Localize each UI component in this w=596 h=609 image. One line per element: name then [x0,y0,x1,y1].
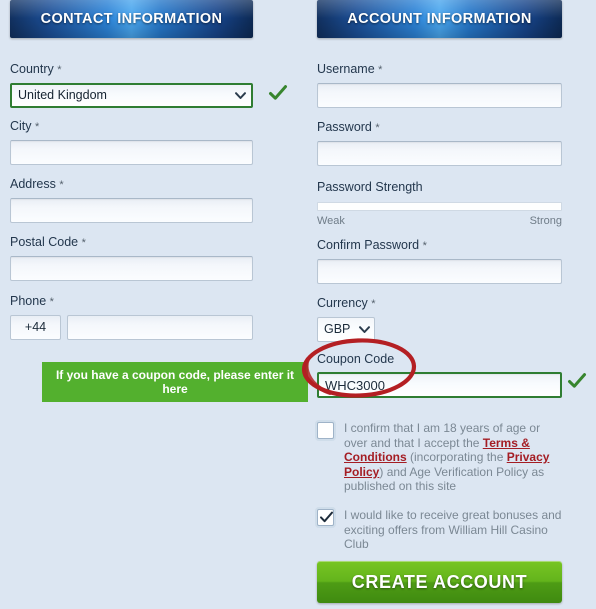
coupon-code-input[interactable] [317,372,562,398]
phone-country-code[interactable]: +44 [10,315,61,340]
confirm-password-input[interactable] [317,259,562,284]
coupon-code-label: Coupon Code [317,352,395,366]
address-field: Address * [10,177,253,223]
currency-label: Currency * [317,296,375,312]
country-valid-check-icon [268,83,288,103]
coupon-code-field: Coupon Code [317,352,562,398]
country-label: Country * [10,62,253,78]
check-icon [320,511,333,523]
terms-checkbox[interactable] [317,422,334,439]
confirm-password-required-marker: * [422,240,427,252]
password-strength-weak-label: Weak [317,215,345,227]
country-select[interactable]: United Kingdom [10,83,253,108]
confirm-password-field: Confirm Password * [317,238,562,284]
password-strength-strong-label: Strong [529,215,562,227]
confirm-password-label: Confirm Password * [317,238,562,254]
phone-field: Phone * +44 [10,294,253,340]
account-information-column: ACCOUNT INFORMATION Username * Password … [317,0,562,398]
city-label-text: City [10,119,32,133]
create-account-button[interactable]: CREATE ACCOUNT [317,561,562,603]
marketing-checkbox-row[interactable]: I would like to receive great bonuses an… [317,508,562,552]
account-information-header: ACCOUNT INFORMATION [317,0,562,38]
password-input[interactable] [317,141,562,166]
password-label-text: Password [317,120,372,134]
postal-code-required-marker: * [81,237,86,249]
marketing-checkbox[interactable] [317,509,334,526]
city-required-marker: * [35,121,40,133]
marketing-text: I would like to receive great bonuses an… [344,508,562,552]
address-required-marker: * [59,179,64,191]
username-field: Username * [317,62,562,108]
phone-input-row: +44 [10,315,253,340]
coupon-promo-banner-text: If you have a coupon code, please enter … [55,368,295,396]
username-required-marker: * [378,64,383,76]
postal-code-input[interactable] [10,256,253,281]
address-input[interactable] [10,198,253,223]
postal-code-field: Postal Code * [10,235,253,281]
country-required-marker: * [57,64,62,76]
phone-required-marker: * [49,296,54,308]
country-select-wrap[interactable]: United Kingdom [10,83,253,108]
city-input[interactable] [10,140,253,165]
address-label-text: Address [10,177,56,191]
coupon-valid-check-icon [567,371,587,391]
contact-information-header: CONTACT INFORMATION [10,0,253,38]
account-information-title: ACCOUNT INFORMATION [347,11,532,27]
terms-checkbox-row[interactable]: I confirm that I am 18 years of age or o… [317,421,562,494]
contact-information-column: CONTACT INFORMATION Country * United Kin… [10,0,287,340]
password-required-marker: * [375,122,380,134]
coupon-promo-banner: If you have a coupon code, please enter … [42,362,308,402]
username-input[interactable] [317,83,562,108]
password-strength-block: Password Strength Weak Strong [317,180,562,227]
registration-form-page: CONTACT INFORMATION Country * United Kin… [0,0,596,609]
currency-select[interactable]: GBP [317,317,375,342]
city-field: City * [10,119,253,165]
postal-code-label-text: Postal Code [10,235,79,249]
phone-number-input[interactable] [67,315,253,340]
terms-text-mid: (incorporating the [406,450,507,465]
currency-label-text: Currency [317,296,368,310]
currency-select-wrap[interactable]: GBP [317,317,375,342]
country-field: Country * United Kingdom [10,62,253,108]
username-label-text: Username [317,62,375,76]
confirm-password-label-text: Confirm Password [317,238,420,252]
password-label: Password * [317,120,562,136]
phone-label: Phone * [10,294,253,310]
postal-code-label: Postal Code * [10,235,253,251]
address-label: Address * [10,177,253,193]
country-label-text: Country [10,62,54,76]
password-strength-scale: Weak Strong [317,215,562,227]
currency-field: Currency * GBP [317,296,375,342]
password-field: Password * [317,120,562,166]
contact-information-title: CONTACT INFORMATION [40,11,223,27]
currency-required-marker: * [371,298,376,310]
city-label: City * [10,119,253,135]
phone-label-text: Phone [10,294,47,308]
username-label: Username * [317,62,562,78]
password-strength-label: Password Strength [317,180,423,194]
password-strength-bar [317,202,562,211]
terms-text: I confirm that I am 18 years of age or o… [344,421,562,494]
